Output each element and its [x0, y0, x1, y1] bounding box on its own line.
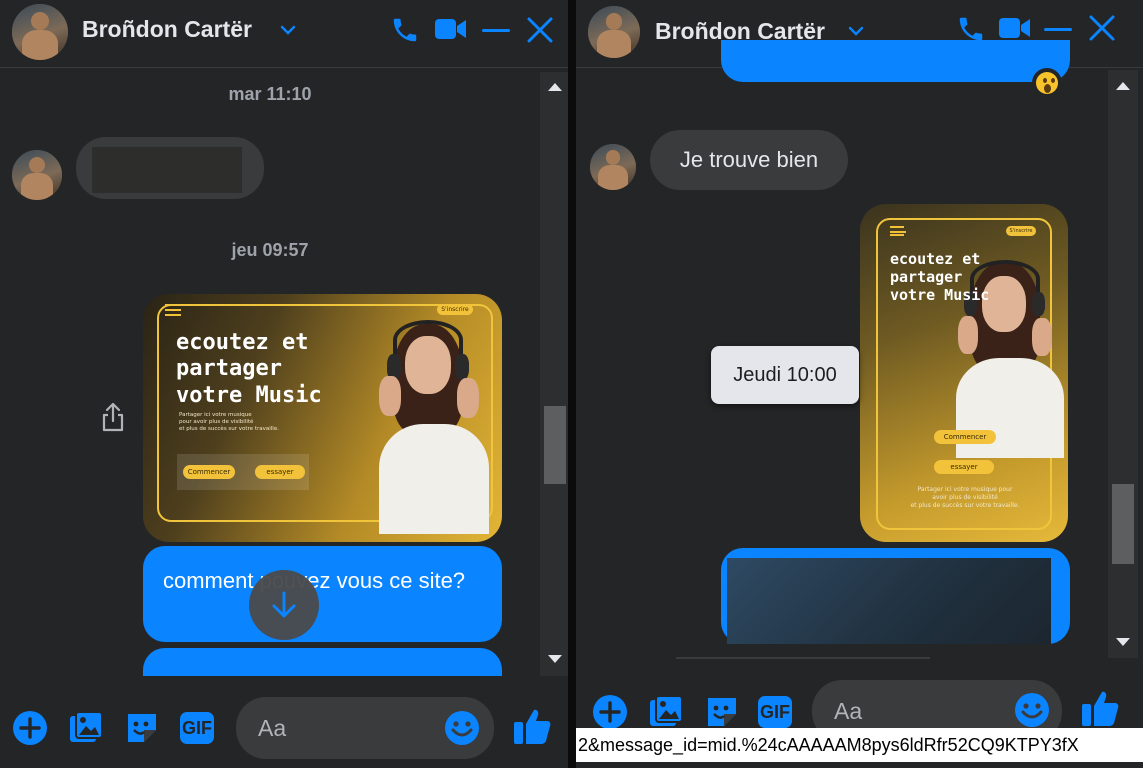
woman-with-headphones-image	[353, 314, 502, 542]
status-url: 2&message_id=mid.%24cAAAAAM8pys6ldRfr52C…	[576, 728, 1143, 762]
share-icon[interactable]	[100, 402, 126, 437]
image-icon[interactable]	[68, 710, 104, 746]
window-gap	[568, 0, 576, 768]
message-input[interactable]: Aa	[236, 697, 494, 759]
emoji-icon[interactable]	[1014, 692, 1050, 733]
arrow-down-icon	[272, 591, 296, 618]
promo-heading: ecoutez et partager votre Music	[176, 330, 322, 408]
signup-badge: S'inscrire	[1006, 226, 1036, 236]
plus-icon[interactable]	[12, 710, 48, 746]
promo-heading: ecoutez et partager votre Music	[890, 250, 990, 304]
sender-avatar	[590, 144, 636, 190]
phone-icon[interactable]	[390, 15, 420, 45]
chat-window-right: Broñdon Cartër Je trouve bien S'inscrire	[576, 0, 1143, 768]
scroll-thumb[interactable]	[544, 406, 566, 484]
gif-icon[interactable]: GIF	[758, 696, 792, 728]
scrollbar[interactable]	[540, 72, 568, 676]
scroll-down-arrow[interactable]	[1116, 638, 1130, 646]
surprised-reaction-icon[interactable]	[1032, 68, 1062, 98]
try-button: essayer	[934, 460, 994, 474]
redacted-content	[92, 147, 242, 193]
message-bubble-received[interactable]: Je trouve bien	[650, 130, 848, 190]
menu-icon	[165, 304, 181, 316]
contact-avatar[interactable]	[588, 6, 640, 58]
message-bubble-sent[interactable]: comment pouvez vous ce site?	[143, 546, 502, 642]
promo-tagline: Partager ici votre musique pour avoir pl…	[179, 412, 279, 433]
message-input-placeholder: Aa	[834, 698, 863, 724]
chat-header: Broñdon Cartër	[0, 0, 568, 68]
message-bubble-received[interactable]	[76, 137, 264, 199]
promo-tagline: Partager ici votre musique pour avoir pl…	[910, 486, 1020, 509]
scroll-thumb[interactable]	[1112, 484, 1134, 564]
timestamp-tooltip: Jeudi 10:00	[711, 346, 859, 404]
timestamp: mar 11:10	[228, 84, 312, 104]
minimize-icon[interactable]	[1044, 27, 1072, 33]
minimize-icon[interactable]	[482, 28, 510, 34]
chevron-down-icon[interactable]	[278, 20, 298, 40]
image-icon[interactable]	[648, 694, 684, 730]
scroll-up-arrow[interactable]	[1116, 82, 1130, 90]
sender-avatar	[12, 150, 62, 200]
chat-window-left: Broñdon Cartër mar 11:10 jeu 09:57 S'ins…	[0, 0, 568, 768]
timestamp: jeu 09:57	[231, 240, 309, 260]
video-icon[interactable]	[434, 14, 468, 44]
thumbs-up-icon[interactable]	[512, 706, 552, 746]
message-bubble-sent-partial[interactable]	[721, 40, 1070, 82]
try-button: essayer	[255, 465, 305, 479]
redacted-content	[727, 558, 1051, 644]
start-button: Commencer	[934, 430, 996, 444]
sticker-icon[interactable]	[704, 694, 740, 730]
video-icon[interactable]	[998, 13, 1032, 43]
divider	[676, 657, 930, 659]
chevron-down-icon[interactable]	[846, 21, 866, 41]
contact-avatar[interactable]	[12, 4, 68, 60]
scroll-up-arrow[interactable]	[548, 83, 562, 91]
close-icon[interactable]	[1088, 14, 1116, 42]
start-button: Commencer	[183, 465, 235, 479]
emoji-icon[interactable]	[444, 710, 480, 751]
message-bubble-sent[interactable]	[721, 548, 1070, 644]
close-icon[interactable]	[526, 16, 554, 44]
menu-icon	[890, 226, 906, 236]
scroll-down-arrow[interactable]	[548, 655, 562, 663]
sticker-icon[interactable]	[124, 710, 160, 746]
gif-icon[interactable]: GIF	[180, 712, 214, 744]
message-input-placeholder: Aa	[258, 715, 287, 741]
shared-image-promo[interactable]: S'inscrire ecoutez et partager votre Mus…	[860, 204, 1068, 542]
contact-name[interactable]: Broñdon Cartër	[82, 16, 252, 43]
shared-image-promo[interactable]: S'inscrire ecoutez et partager votre Mus…	[143, 294, 502, 542]
thumbs-up-icon[interactable]	[1080, 688, 1120, 728]
scrollbar[interactable]	[1108, 70, 1138, 658]
plus-icon[interactable]	[592, 694, 628, 730]
scroll-to-bottom-button[interactable]	[249, 570, 319, 640]
